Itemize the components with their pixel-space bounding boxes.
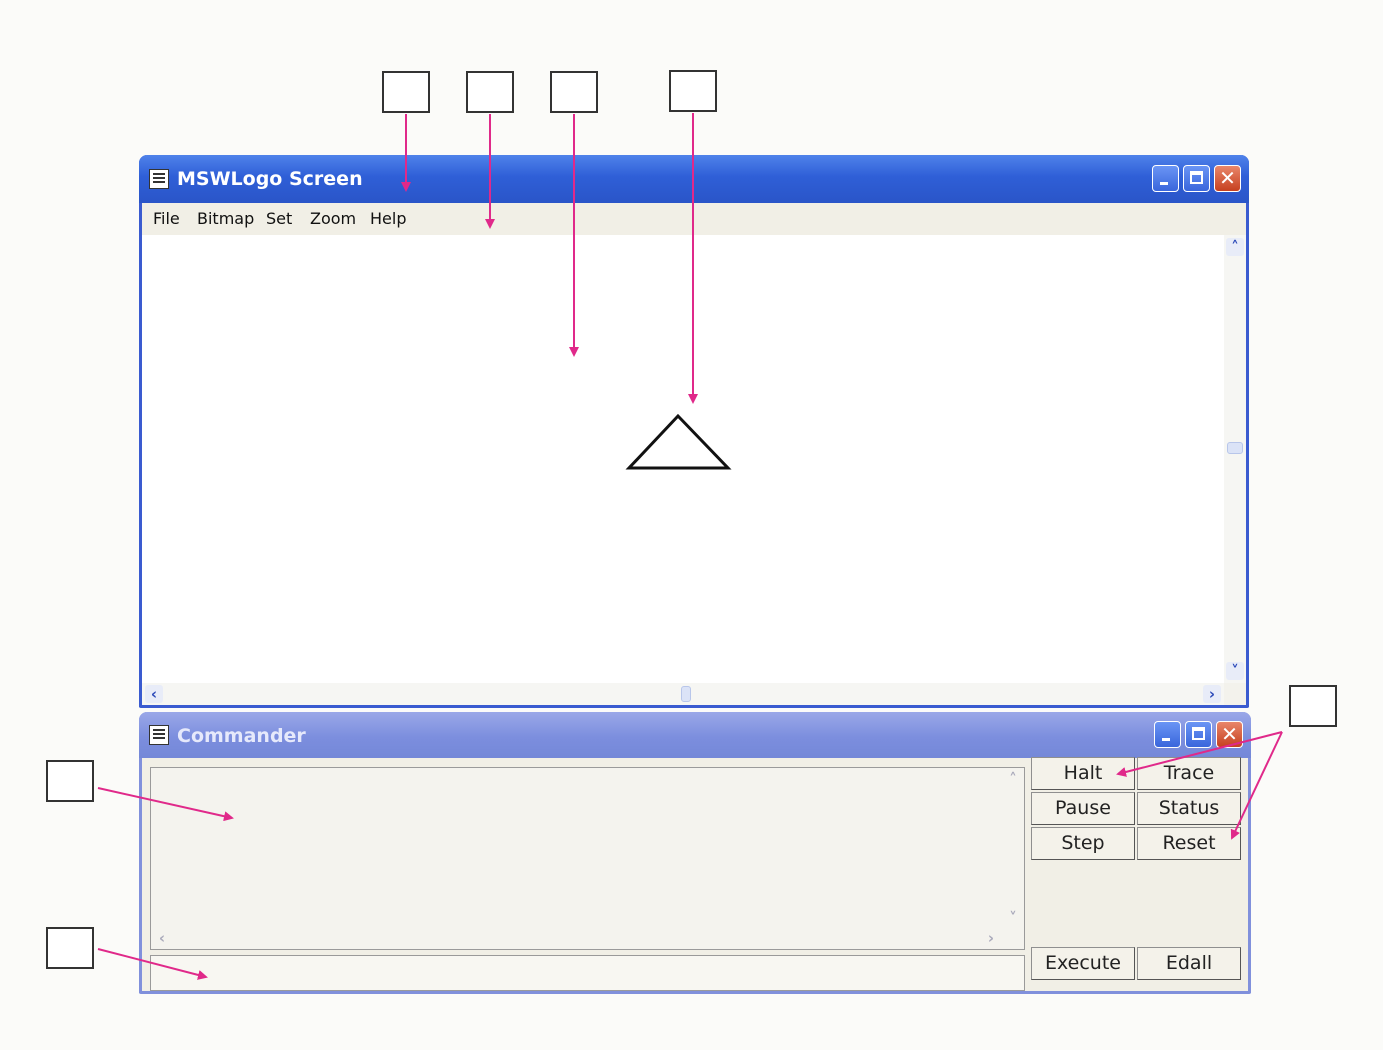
halt-button[interactable]: Halt <box>1031 757 1135 790</box>
minimize-icon <box>1160 182 1168 185</box>
scroll-right-icon[interactable]: › <box>1203 685 1221 703</box>
commander-titlebar[interactable]: Commander ✕ <box>139 712 1251 758</box>
trace-button[interactable]: Trace <box>1137 757 1241 790</box>
minimize-button[interactable] <box>1152 165 1179 192</box>
label-box-buttons[interactable] <box>1289 685 1337 727</box>
commander-output[interactable]: ˄ ˅ ‹ › <box>150 767 1025 950</box>
label-box-input[interactable] <box>46 927 94 969</box>
command-input[interactable] <box>150 955 1025 991</box>
maximize-button[interactable] <box>1185 721 1212 748</box>
horizontal-scroll-thumb[interactable] <box>681 686 691 702</box>
minimize-button[interactable] <box>1154 721 1181 748</box>
edall-button[interactable]: Edall <box>1137 947 1241 980</box>
scroll-right-icon[interactable]: › <box>982 929 1000 947</box>
scroll-up-icon[interactable]: ˄ <box>1004 770 1022 788</box>
commander-title: Commander <box>177 725 306 747</box>
pause-button[interactable]: Pause <box>1031 792 1135 825</box>
reset-button[interactable]: Reset <box>1137 827 1241 860</box>
vertical-scrollbar[interactable]: ˄ ˅ <box>1224 235 1246 683</box>
scroll-left-icon[interactable]: ‹ <box>153 929 171 947</box>
maximize-icon <box>1190 171 1203 184</box>
close-button[interactable]: ✕ <box>1214 165 1241 192</box>
minimize-icon <box>1162 738 1170 741</box>
execute-button[interactable]: Execute <box>1031 947 1135 980</box>
screen-title: MSWLogo Screen <box>177 168 363 190</box>
commander-window: Commander ✕ ˄ ˅ ‹ › Halt Trace Pause Sta… <box>139 712 1251 994</box>
scroll-up-icon[interactable]: ˄ <box>1226 238 1244 256</box>
menu-bitmap[interactable]: Bitmap <box>197 209 254 228</box>
scroll-left-icon[interactable]: ‹ <box>145 685 163 703</box>
label-box-drawing-area[interactable] <box>550 71 598 113</box>
status-button[interactable]: Status <box>1137 792 1241 825</box>
scroll-down-icon[interactable]: ˅ <box>1226 662 1244 680</box>
maximize-icon <box>1192 727 1205 740</box>
label-box-title-bar[interactable] <box>382 71 430 113</box>
vertical-scroll-thumb[interactable] <box>1227 442 1243 454</box>
label-box-menu-bar[interactable] <box>466 71 514 113</box>
drawing-canvas[interactable] <box>142 235 1224 683</box>
screen-titlebar[interactable]: MSWLogo Screen ✕ <box>139 155 1249 203</box>
resize-grip-icon[interactable] <box>1224 683 1246 705</box>
maximize-button[interactable] <box>1183 165 1210 192</box>
menu-file[interactable]: File <box>153 209 180 228</box>
turtle-icon <box>625 413 732 470</box>
label-box-turtle[interactable] <box>669 70 717 112</box>
menu-bar: File Bitmap Set Zoom Help <box>142 203 1246 235</box>
close-icon: ✕ <box>1221 722 1238 746</box>
scroll-down-icon[interactable]: ˅ <box>1004 909 1022 927</box>
step-button[interactable]: Step <box>1031 827 1135 860</box>
close-icon: ✕ <box>1219 166 1236 190</box>
app-icon <box>149 725 169 745</box>
menu-zoom[interactable]: Zoom <box>310 209 356 228</box>
menu-help[interactable]: Help <box>370 209 406 228</box>
menu-set[interactable]: Set <box>266 209 292 228</box>
canvas-drawing <box>625 413 732 470</box>
mswlogo-screen-window: MSWLogo Screen ✕ File Bitmap Set Zoom He… <box>139 155 1249 708</box>
close-button[interactable]: ✕ <box>1216 721 1243 748</box>
horizontal-scrollbar[interactable]: ‹ › <box>142 683 1224 705</box>
app-icon <box>149 169 169 189</box>
label-box-output[interactable] <box>46 760 94 802</box>
